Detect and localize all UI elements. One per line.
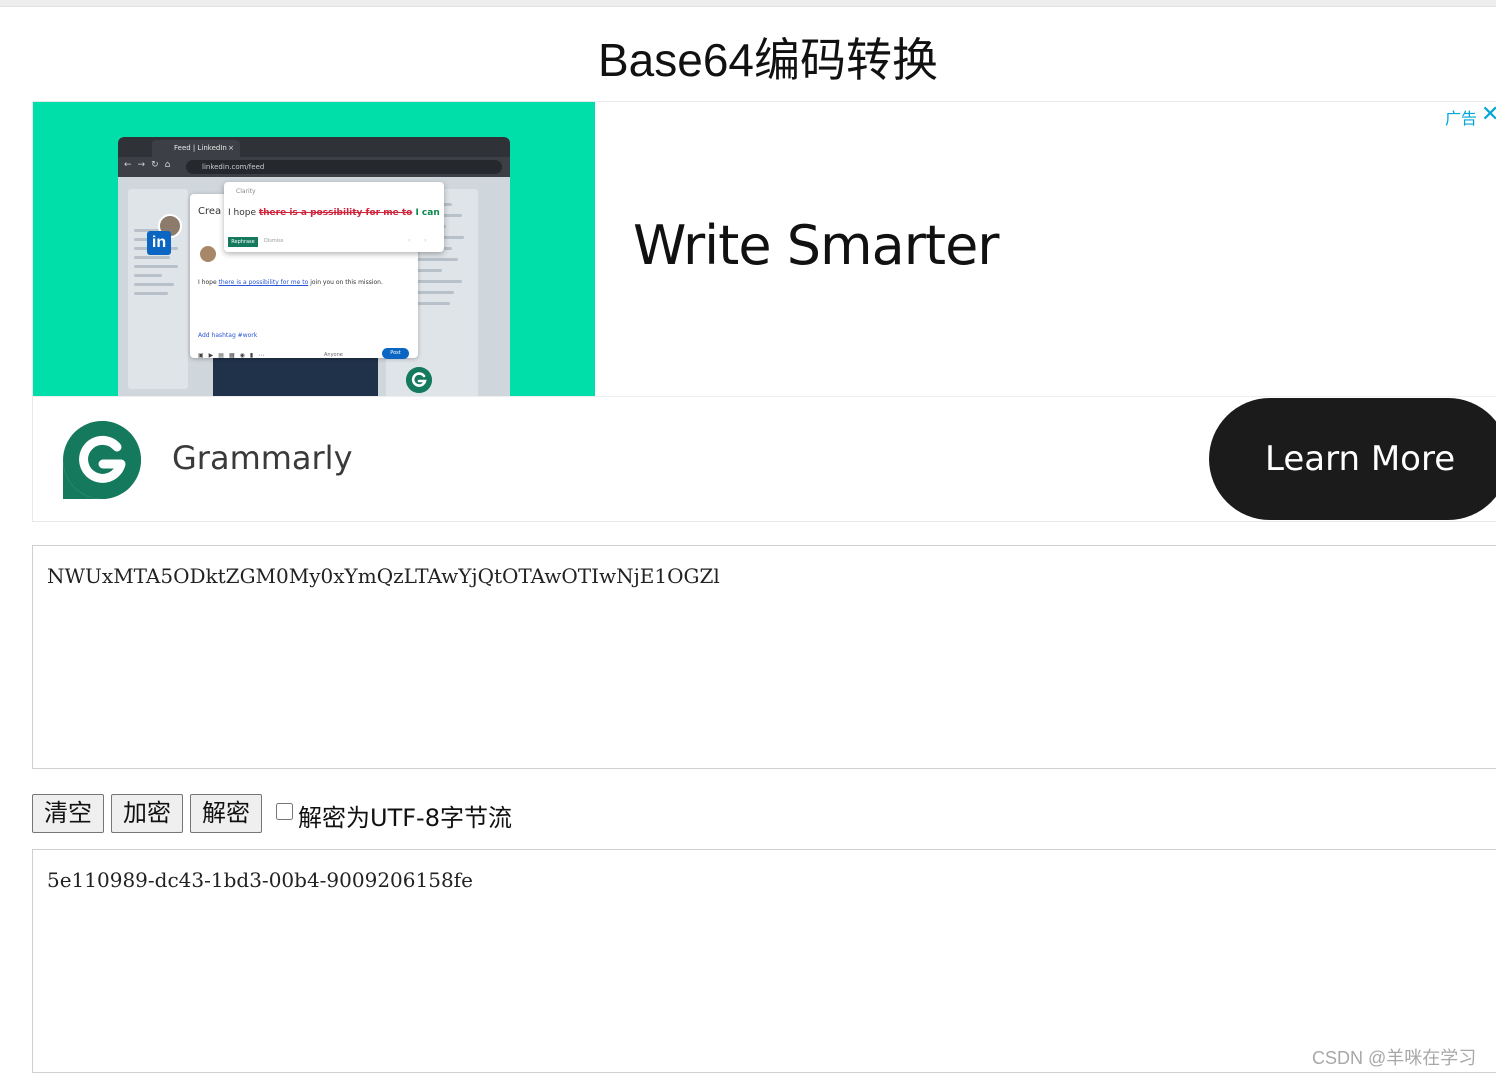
- mockup-post-text-prefix: I hope: [198, 279, 219, 286]
- mockup-tabbar: Feed | LinkedIn ×: [118, 137, 510, 157]
- encrypt-button[interactable]: 加密: [111, 794, 183, 833]
- base64-input[interactable]: NWUxMTA5ODktZGM0My0xYmQzLTAwYjQtOTAwOTIw…: [32, 545, 1496, 769]
- mockup-suggestion-prefix: I hope: [228, 208, 259, 218]
- mockup-tab: Feed | LinkedIn ×: [152, 140, 240, 157]
- utf8-checkbox[interactable]: [276, 803, 293, 820]
- mockup-nav-icons: ←→↻⌂: [124, 160, 177, 170]
- mockup-clarity-card: Clarity I hope there is a possibility fo…: [224, 182, 444, 252]
- mockup-toolbar-icons: ▣▶▤▦◉▮⋯: [198, 352, 270, 359]
- ad-banner[interactable]: Feed | LinkedIn × ←→↻⌂ linkedin.com/feed: [32, 101, 1496, 522]
- linkedin-logo-icon: in: [147, 231, 171, 255]
- mockup-suggestion-struck: there is a possibility for me to: [258, 208, 413, 218]
- ad-label: 广告: [1445, 109, 1478, 128]
- mockup-clarity-label: Clarity: [236, 188, 256, 195]
- mockup-post-text-underlined: there is a possibility for me to: [218, 279, 309, 286]
- clear-button[interactable]: 清空: [32, 794, 104, 833]
- mockup-post-button: Post: [382, 348, 409, 359]
- learn-more-button[interactable]: Learn More: [1209, 398, 1496, 520]
- csdn-watermark: CSDN @羊咪在学习: [1312, 1048, 1477, 1068]
- mockup-post-text: I hope there is a possibility for me to …: [198, 279, 383, 286]
- grammarly-badge-icon: [406, 367, 432, 393]
- mockup-suggestion-replacement: I can: [412, 208, 440, 218]
- grammarly-logo-icon[interactable]: [61, 419, 143, 501]
- mockup-hashtags: Add hashtag #work: [198, 332, 258, 339]
- mockup-dismiss-label: Dismiss: [264, 238, 284, 244]
- mockup-arrow-icons: ‹ ›: [408, 237, 433, 244]
- page-title: Base64编码转换: [597, 34, 938, 86]
- decrypt-button[interactable]: 解密: [190, 794, 262, 833]
- mockup-card-prefix: Crea: [198, 206, 222, 217]
- ad-headline[interactable]: Write Smarter: [633, 214, 1000, 277]
- mockup-tab-close-icon: ×: [228, 144, 234, 152]
- decoded-output[interactable]: 5e110989-dc43-1bd3-00b4-9009206158fe: [32, 849, 1496, 1073]
- ad-footer: Grammarly Learn More: [33, 396, 1496, 521]
- mockup-post-text-suffix: join you on this mission.: [308, 279, 383, 286]
- mockup-urlbar: ←→↻⌂ linkedin.com/feed: [118, 157, 510, 177]
- browser-top-edge: [0, 0, 1496, 7]
- ad-close-icon[interactable]: ✕: [1481, 102, 1496, 127]
- ad-image[interactable]: Feed | LinkedIn × ←→↻⌂ linkedin.com/feed: [33, 102, 595, 396]
- mockup-rephrase-button: Rephrase: [228, 237, 258, 247]
- mockup-suggestion: I hope there is a possibility for me to …: [228, 208, 440, 218]
- ad-brand-name[interactable]: Grammarly: [172, 439, 353, 477]
- mockup-audience: Anyone: [324, 352, 343, 358]
- mockup-post-avatar: [200, 246, 216, 262]
- mockup-tab-title: Feed | LinkedIn: [174, 144, 227, 152]
- utf8-checkbox-label[interactable]: 解密为UTF-8字节流: [298, 798, 512, 833]
- mockup-url: linkedin.com/feed: [186, 160, 502, 174]
